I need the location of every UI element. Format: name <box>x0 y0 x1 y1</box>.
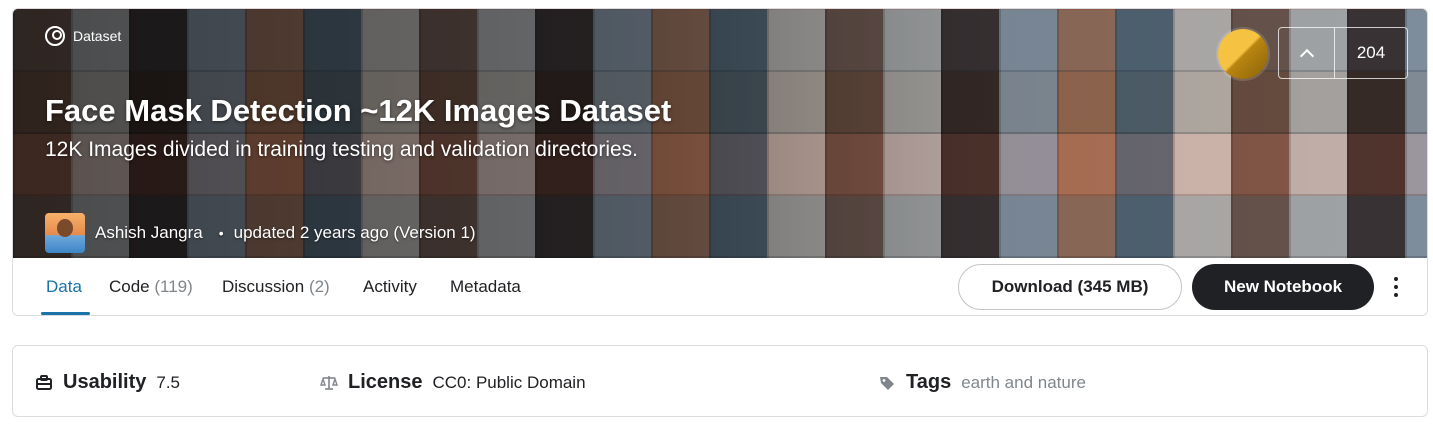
license-label: License <box>348 371 423 393</box>
scale-icon <box>320 375 338 390</box>
usability-icon <box>36 374 52 390</box>
tag-icon <box>880 376 894 390</box>
author-name[interactable]: Ashish Jangra <box>95 223 203 243</box>
banner-image: Dataset Face Mask Detection ~12K Images … <box>13 9 1427 258</box>
tag-earth-and-nature[interactable]: earth and nature <box>961 373 1086 393</box>
tab-discussion-count: (2) <box>308 277 330 296</box>
tab-metadata-label: Metadata <box>450 277 521 296</box>
tags-item: Tags earth and nature <box>878 371 1086 394</box>
upvote-count: 204 <box>1356 43 1386 62</box>
tags-label: Tags <box>906 371 952 393</box>
license-item: License CC0: Public Domain <box>320 371 586 394</box>
tab-discussion[interactable]: Discussion (2) <box>222 277 330 297</box>
new-notebook-button[interactable]: New Notebook <box>1192 264 1374 310</box>
gold-medal-icon[interactable] <box>1218 29 1268 79</box>
page-title: Face Mask Detection ~12K Images Dataset <box>45 93 672 128</box>
tab-activity-label: Activity <box>363 277 417 296</box>
license-value: CC0: Public Domain <box>432 372 586 392</box>
active-tab-indicator <box>41 312 90 315</box>
upvote-button[interactable]: 204 <box>1278 27 1408 79</box>
tab-discussion-label: Discussion <box>222 277 305 296</box>
tab-activity[interactable]: Activity <box>363 277 417 297</box>
tab-data-label: Data <box>46 277 82 296</box>
usability-label: Usability <box>63 371 147 393</box>
metadata-summary: Usability 7.5 License CC0: Public Domain… <box>12 345 1428 417</box>
tab-metadata[interactable]: Metadata <box>450 277 521 297</box>
author-row: Ashish Jangra • updated 2 years ago (Ver… <box>45 213 476 253</box>
usability-value: 7.5 <box>156 372 180 392</box>
download-button[interactable]: Download (345 MB) <box>958 264 1182 310</box>
more-options-icon[interactable] <box>1386 275 1406 299</box>
dataset-type-chip: Dataset <box>45 26 121 46</box>
upvote-arrow[interactable] <box>1279 28 1335 78</box>
tab-code[interactable]: Code (119) <box>109 277 193 297</box>
updated-info: updated 2 years ago (Version 1) <box>233 223 476 242</box>
usability-item[interactable]: Usability 7.5 <box>35 371 180 394</box>
tab-code-label: Code <box>109 277 150 296</box>
dataset-header-card: Dataset Face Mask Detection ~12K Images … <box>12 8 1428 316</box>
tab-code-count: (119) <box>154 277 193 296</box>
dataset-icon <box>45 26 65 46</box>
separator-dot: • <box>218 225 224 241</box>
page-subtitle: 12K Images divided in training testing a… <box>45 138 639 161</box>
dataset-type-label: Dataset <box>73 28 122 44</box>
chevron-up-icon <box>1299 48 1314 63</box>
tab-bar: Data Code (119) Discussion (2) Activity … <box>13 258 1427 315</box>
tab-data[interactable]: Data <box>46 277 82 297</box>
avatar[interactable] <box>45 213 85 253</box>
